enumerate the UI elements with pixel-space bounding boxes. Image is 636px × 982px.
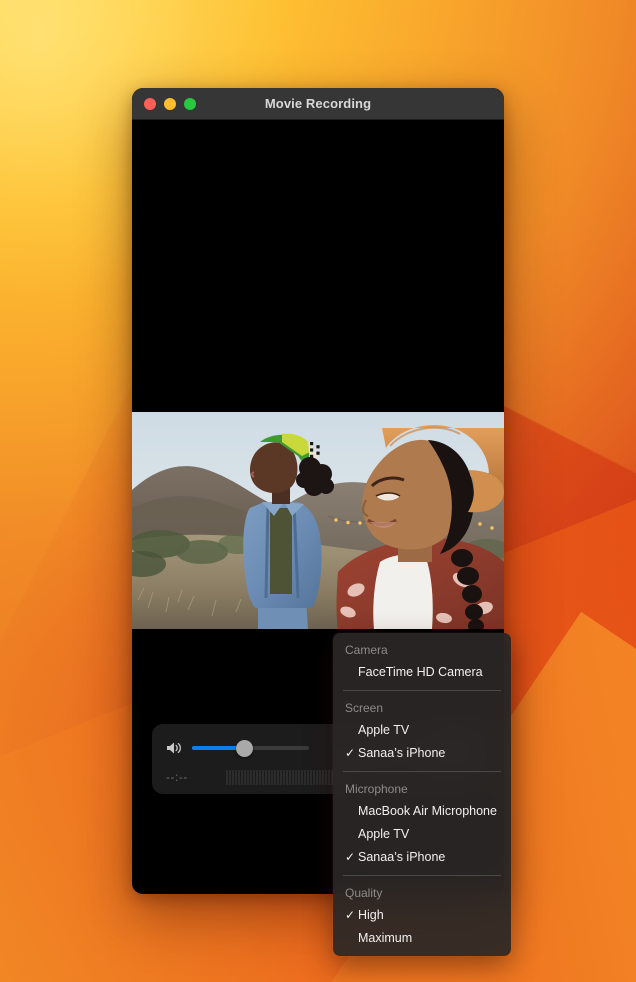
level-meter-bar xyxy=(325,769,327,785)
menu-separator xyxy=(343,875,501,876)
level-meter-bar xyxy=(295,769,297,785)
level-meter-bar xyxy=(244,769,246,785)
level-meter-bar xyxy=(304,769,306,785)
source-options-menu[interactable]: Camera FaceTime HD Camera Screen Apple TV ✓ S… xyxy=(333,633,511,956)
menu-item[interactable]: FaceTime HD Camera xyxy=(333,661,511,684)
maximize-button-icon[interactable] xyxy=(184,97,196,110)
level-meter-bar xyxy=(301,769,303,785)
level-meter-bar xyxy=(313,769,315,785)
level-meter-bar xyxy=(298,769,300,785)
video-preview xyxy=(132,412,504,629)
level-meter-bar xyxy=(235,769,237,785)
menu-section-title-microphone: Microphone xyxy=(345,782,408,796)
menu-item-label: Apple TV xyxy=(358,827,410,841)
minimize-button-icon[interactable] xyxy=(164,97,176,110)
level-meter-bar xyxy=(241,769,243,785)
menu-item-label: Sanaa’s iPhone xyxy=(358,746,446,760)
level-meter-bar xyxy=(271,769,273,785)
menu-section-title-screen: Screen xyxy=(345,701,384,715)
level-meter-bar xyxy=(283,769,285,785)
level-meter-bar xyxy=(316,769,318,785)
level-meter-bar xyxy=(247,769,249,785)
level-meter-bar xyxy=(238,769,240,785)
level-meter-bar xyxy=(250,769,252,785)
menu-item[interactable]: Maximum xyxy=(333,927,511,950)
level-meter-bar xyxy=(319,769,321,785)
menu-item[interactable]: ✓ Sanaa’s iPhone xyxy=(333,846,511,869)
menu-item[interactable]: Apple TV xyxy=(333,719,511,742)
close-button-icon[interactable] xyxy=(144,97,156,110)
level-meter-bar xyxy=(310,769,312,785)
level-meter-bar xyxy=(286,769,288,785)
level-meter-bar xyxy=(280,769,282,785)
level-meter-bar xyxy=(292,769,294,785)
checkmark-icon: ✓ xyxy=(345,746,356,760)
menu-item[interactable]: Apple TV xyxy=(333,823,511,846)
video-preview-image xyxy=(132,412,504,629)
menu-item-label: Sanaa’s iPhone xyxy=(358,850,446,864)
level-meter-bar xyxy=(229,769,231,785)
level-meter-bar xyxy=(265,769,267,785)
level-meter-bar xyxy=(322,769,324,785)
level-meter-bar xyxy=(226,769,228,785)
menu-section-title-camera: Camera xyxy=(345,643,388,657)
level-meter-bar xyxy=(259,769,261,785)
volume-slider-knob[interactable] xyxy=(236,739,254,757)
menu-item[interactable]: ✓ High xyxy=(333,904,511,927)
level-meter-bar xyxy=(262,769,264,785)
traffic-light-group xyxy=(144,97,196,110)
level-meter-bar xyxy=(289,769,291,785)
level-meter-bar xyxy=(256,769,258,785)
volume-slider[interactable] xyxy=(192,739,309,757)
menu-separator xyxy=(343,690,501,691)
checkmark-icon: ✓ xyxy=(345,850,356,864)
menu-item-label: High xyxy=(358,908,384,922)
level-meter-bar xyxy=(307,769,309,785)
level-meter-bar xyxy=(277,769,279,785)
menu-item[interactable]: ✓ Sanaa’s iPhone xyxy=(333,742,511,765)
level-meter-bar xyxy=(268,769,270,785)
menu-item-label: MacBook Air Microphone xyxy=(358,804,497,818)
level-meter-bar xyxy=(328,769,330,785)
menu-item-label: Apple TV xyxy=(358,723,410,737)
menu-section-title-quality: Quality xyxy=(345,886,383,900)
level-meter-bar xyxy=(274,769,276,785)
menu-item-label: Maximum xyxy=(358,931,413,945)
timecode-display: --:-- xyxy=(166,770,188,784)
menu-separator xyxy=(343,771,501,772)
menu-item-label: FaceTime HD Camera xyxy=(358,665,483,679)
window-titlebar[interactable]: Movie Recording xyxy=(132,88,504,120)
checkmark-icon: ✓ xyxy=(345,908,356,922)
speaker-icon[interactable] xyxy=(166,741,182,755)
menu-item[interactable]: MacBook Air Microphone xyxy=(333,800,511,823)
level-meter-bar xyxy=(232,769,234,785)
desktop-background: Movie Recording --:-- Camera FaceTime HD… xyxy=(0,0,636,982)
level-meter-bar xyxy=(253,769,255,785)
